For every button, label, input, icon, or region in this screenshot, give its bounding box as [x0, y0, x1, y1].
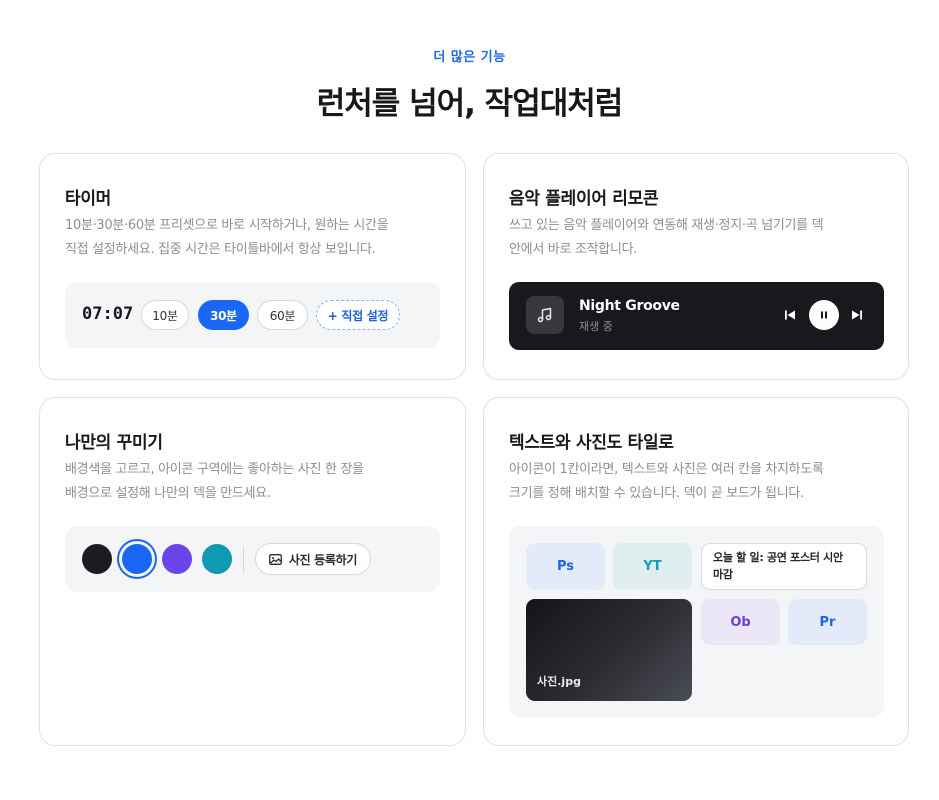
timer-display: 07:07: [82, 304, 134, 324]
tiles-card: 텍스트와 사진도 타일로 아이콘이 1칸이라면, 텍스트와 사진은 여러 칸을 …: [483, 397, 909, 746]
playback-status: 재생 중: [579, 320, 613, 333]
card-title: 음악 플레이어 리모콘: [509, 189, 659, 209]
desc-line: 크기를 정해 배치할 수 있습니다. 덱이 곧 보드가 됩니다.: [509, 486, 804, 501]
tile-text-note[interactable]: 오늘 할 일: 공연 포스터 시안 마감: [701, 543, 867, 590]
desc-line: 직접 설정하세요. 집중 시간은 타이틀바에서 항상 보입니다.: [65, 242, 376, 257]
pause-icon: [821, 311, 827, 319]
track-title: Night Groove: [579, 298, 680, 314]
swatch-black[interactable]: [82, 544, 112, 574]
tile-youtube[interactable]: YT: [613, 543, 692, 590]
section-eyebrow: 더 많은 기능: [433, 50, 506, 65]
card-description: 아이콘이 1칸이라면, 텍스트와 사진은 여러 칸을 차지하도록 크기를 정해 …: [509, 458, 889, 506]
card-description: 쓰고 있는 음악 플레이어와 연동해 재생·정지·곡 넘기기를 덱 안에서 바로…: [509, 214, 889, 262]
color-picker-widget: 사진 등록하기: [65, 526, 440, 592]
preset-10-button[interactable]: 10분: [141, 300, 189, 330]
upload-photo-label: 사진 등록하기: [288, 552, 358, 567]
custom-time-button[interactable]: + 직접 설정: [316, 300, 400, 330]
swatch-blue[interactable]: [122, 544, 152, 574]
music-card: 음악 플레이어 리모콘 쓰고 있는 음악 플레이어와 연동해 재생·정지·곡 넘…: [483, 153, 909, 380]
divider: [243, 546, 244, 572]
desc-line: 쓰고 있는 음악 플레이어와 연동해 재생·정지·곡 넘기기를 덱: [509, 218, 824, 233]
tile-obsidian[interactable]: Ob: [701, 599, 780, 645]
tile-premiere[interactable]: Pr: [788, 599, 867, 645]
upload-photo-button[interactable]: 사진 등록하기: [255, 543, 371, 575]
tile-grid-widget: Ps YT 오늘 할 일: 공연 포스터 시안 마감 사진.jpg Ob Pr: [509, 526, 884, 718]
tile-photo[interactable]: 사진.jpg: [526, 599, 692, 701]
card-description: 배경색을 고르고, 아이콘 구역에는 좋아하는 사진 한 장을 배경으로 설정해…: [65, 458, 445, 506]
desc-line: 안에서 바로 조작합니다.: [509, 242, 638, 257]
tile-photoshop[interactable]: Ps: [526, 543, 605, 590]
desc-line: 배경색을 고르고, 아이콘 구역에는 좋아하는 사진 한 장을: [65, 462, 364, 477]
preset-60-button[interactable]: 60분: [257, 300, 308, 330]
swatch-purple[interactable]: [162, 544, 192, 574]
section-title: 런처를 넘어, 작업대처럼: [316, 86, 624, 122]
tile-photo-label: 사진.jpg: [537, 675, 581, 688]
desc-line: 배경으로 설정해 나만의 덱을 만드세요.: [65, 486, 271, 501]
music-note-icon: [526, 296, 564, 334]
preset-30-button[interactable]: 30분: [198, 300, 249, 330]
card-title: 타이머: [65, 189, 112, 209]
skip-next-icon[interactable]: [848, 306, 866, 324]
card-title: 나만의 꾸미기: [65, 433, 163, 453]
swatch-teal[interactable]: [202, 544, 232, 574]
image-icon: [268, 553, 282, 565]
decor-card: 나만의 꾸미기 배경색을 고르고, 아이콘 구역에는 좋아하는 사진 한 장을 …: [39, 397, 466, 746]
timer-widget: 07:07 10분 30분 60분 + 직접 설정: [65, 282, 440, 348]
skip-previous-icon[interactable]: [781, 306, 799, 324]
timer-card: 타이머 10분·30분·60분 프리셋으로 바로 시작하거나, 원하는 시간을 …: [39, 153, 466, 380]
pause-button[interactable]: [809, 300, 839, 330]
music-player-widget: Night Groove 재생 중: [509, 282, 884, 350]
desc-line: 10분·30분·60분 프리셋으로 바로 시작하거나, 원하는 시간을: [65, 218, 389, 233]
desc-line: 아이콘이 1칸이라면, 텍스트와 사진은 여러 칸을 차지하도록: [509, 462, 824, 477]
card-description: 10분·30분·60분 프리셋으로 바로 시작하거나, 원하는 시간을 직접 설…: [65, 214, 445, 262]
card-title: 텍스트와 사진도 타일로: [509, 433, 674, 453]
